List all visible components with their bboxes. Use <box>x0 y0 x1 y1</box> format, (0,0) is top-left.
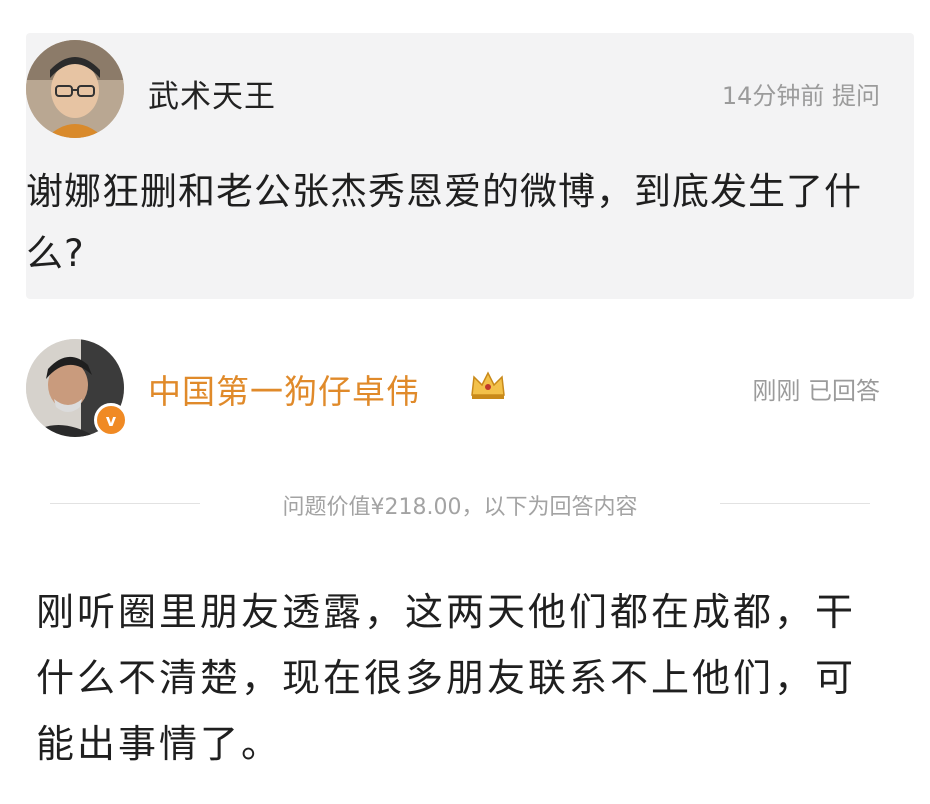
question-card: 武术天王 14分钟前 提问 谢娜狂删和老公张杰秀恩爱的微博，到底发生了什么? <box>26 33 914 299</box>
answer-time: 刚刚 <box>752 377 801 405</box>
answer-text[interactable]: 刚听圈里朋友透露，这两天他们都在成都，干什么不清楚，现在很多朋友联系不上他们，可… <box>36 579 886 777</box>
question-action: 提问 <box>832 82 880 110</box>
divider-line-left <box>50 503 200 504</box>
asker-avatar[interactable] <box>26 40 124 138</box>
crown-icon <box>471 371 505 399</box>
answer-card: v 中国第一狗仔卓伟 刚刚 已回答 问题价值¥218.00，以下为回答内容 刚听… <box>26 299 914 804</box>
question-text[interactable]: 谢娜狂删和老公张杰秀恩爱的微博，到底发生了什么? <box>26 161 886 285</box>
answer-status: 已回答 <box>808 377 880 405</box>
verified-badge-icon: v <box>94 403 128 437</box>
value-divider: 问题价值¥218.00，以下为回答内容 <box>50 485 870 525</box>
question-meta: 14分钟前 提问 <box>722 76 880 111</box>
answer-meta: 刚刚 已回答 <box>752 371 880 406</box>
answerer-name[interactable]: 中国第一狗仔卓伟 <box>148 365 420 413</box>
asker-name[interactable]: 武术天王 <box>148 71 276 116</box>
divider-line-right <box>720 503 870 504</box>
asker-avatar-image <box>26 40 124 138</box>
question-value: 问题价值¥218.00，以下为回答内容 <box>282 495 638 520</box>
question-time: 14分钟前 <box>721 82 825 110</box>
